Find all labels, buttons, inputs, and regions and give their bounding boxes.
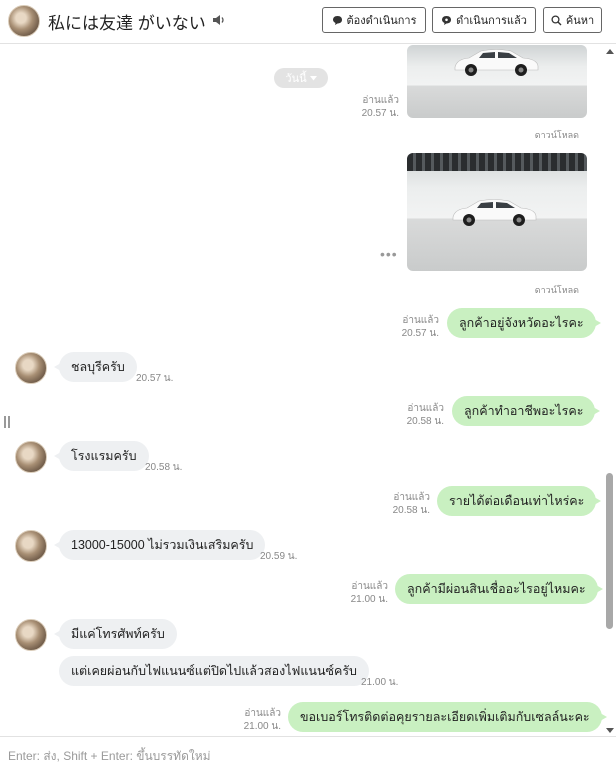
more-dots-icon[interactable]: ••• [380, 246, 398, 262]
car-photo [454, 49, 539, 76]
message-text: ลูกค้าทำอาชีพอะไรคะ [464, 404, 584, 418]
car-photo [452, 199, 537, 226]
message-bubble-out[interactable]: ลูกค้าอยู่จังหวัดอะไรคะ [447, 308, 601, 338]
message-text: แต่เคยผ่อนกับไฟแนนซ์แต่ปิดไปแล้วสองไฟแนน… [71, 664, 357, 678]
read-status: อ่านแล้ว [244, 708, 281, 719]
message-text: 13000-15000 ไม่รวมเงินเสริมครับ [71, 538, 254, 552]
message-bubble-in[interactable]: 13000-15000 ไม่รวมเงินเสริมครับ [53, 530, 266, 560]
download-link[interactable]: ดาวน์โหลด [535, 128, 579, 142]
message-time: 21.00 น. [243, 721, 281, 732]
read-status: อ่านแล้ว [407, 403, 444, 414]
message-text: ชลบุรีครับ [71, 360, 125, 374]
chat-avatar[interactable] [8, 5, 40, 37]
message-time: 20.57 น. [136, 373, 174, 384]
date-divider[interactable]: วันนี้ [274, 68, 328, 88]
contact-avatar[interactable] [15, 441, 47, 473]
message-time: 21.00 น. [361, 677, 399, 688]
chat-bubble-outline-icon [442, 15, 452, 25]
read-receipt: อ่านแล้ว 20.57 น. [362, 94, 399, 120]
contact-avatar[interactable] [15, 352, 47, 384]
message-time: 20.59 น. [260, 551, 298, 562]
message-bubble-in[interactable]: แต่เคยผ่อนกับไฟแนนซ์แต่ปิดไปแล้วสองไฟแนน… [59, 656, 369, 686]
read-receipt: อ่านแล้ว 20.57 น. [402, 314, 439, 340]
message-time: 20.57 น. [401, 328, 439, 339]
download-link[interactable]: ดาวน์โหลด [535, 283, 579, 297]
scroll-up-arrow[interactable] [606, 49, 614, 54]
done-button-label: ดำเนินการแล้ว [456, 15, 527, 27]
chat-bubble-icon [332, 15, 342, 25]
date-divider-label: วันนี้ [285, 73, 307, 85]
message-input[interactable] [0, 737, 600, 771]
message-text: มีแค่โทรศัพท์ครับ [71, 627, 165, 641]
speaker-icon[interactable] [212, 13, 226, 27]
read-status: อ่านแล้ว [393, 492, 430, 503]
caret-down-icon [309, 75, 317, 80]
contact-avatar[interactable] [15, 530, 47, 562]
scroll-down-arrow[interactable] [606, 728, 614, 733]
scrollbar-thumb[interactable] [606, 473, 613, 629]
message-text: ขอเบอร์โทรติดต่อคุยรายละเอียดเพิ่มเติมกั… [300, 710, 590, 724]
message-text: รายได้ต่อเดือนเท่าไหร่คะ [449, 494, 585, 508]
done-button[interactable]: ดำเนินการแล้ว [432, 7, 536, 33]
message-bubble-in[interactable]: โรงแรมครับ [54, 441, 149, 471]
message-text: ลูกค้าอยู่จังหวัดอะไรคะ [459, 316, 584, 330]
read-status: อ่านแล้ว [402, 315, 439, 326]
todo-button-label: ต้องดำเนินการ [346, 15, 417, 27]
panel-resize-handle[interactable] [4, 416, 10, 428]
read-status: อ่านแล้ว [351, 581, 388, 592]
image-message[interactable] [407, 153, 587, 271]
todo-button[interactable]: ต้องดำเนินการ [322, 7, 426, 33]
search-icon [551, 14, 562, 25]
image-message[interactable] [407, 45, 587, 118]
message-time: 20.58 น. [406, 416, 444, 427]
message-time: 20.57 น. [361, 108, 399, 119]
search-button-label: ค้นหา [565, 15, 595, 27]
message-bubble-in[interactable]: ชลบุรีครับ [54, 352, 137, 382]
message-list[interactable]: วันนี้ อ่านแล้ว 20.57 น. ดาวน์โหลด ••• ด… [0, 45, 616, 735]
message-text: โรงแรมครับ [71, 449, 137, 463]
read-status: อ่านแล้ว [362, 95, 399, 106]
message-bubble-in[interactable]: มีแค่โทรศัพท์ครับ [54, 619, 177, 649]
contact-avatar[interactable] [15, 619, 47, 651]
message-bubble-out[interactable]: ลูกค้าทำอาชีพอะไรคะ [452, 396, 601, 426]
read-receipt: อ่านแล้ว 20.58 น. [393, 491, 430, 517]
message-bubble-out[interactable]: ลูกค้ามีผ่อนสินเชื่ออะไรอยู่ไหมคะ [395, 574, 603, 604]
photo-ceiling [407, 153, 587, 171]
composer [0, 736, 616, 771]
read-receipt: อ่านแล้ว 20.58 น. [407, 402, 444, 428]
read-receipt: อ่านแล้ว 21.00 น. [351, 580, 388, 606]
scrollbar[interactable] [605, 45, 614, 735]
search-button[interactable]: ค้นหา [543, 7, 602, 33]
read-receipt: อ่านแล้ว 21.00 น. [244, 707, 281, 733]
message-bubble-out[interactable]: ขอเบอร์โทรติดต่อคุยรายละเอียดเพิ่มเติมกั… [288, 702, 607, 732]
chat-title: 私には友達 がいない [48, 14, 206, 33]
message-bubble-out[interactable]: รายได้ต่อเดือนเท่าไหร่คะ [437, 486, 602, 516]
message-time: 20.58 น. [392, 505, 430, 516]
message-time: 21.00 น. [350, 594, 388, 605]
message-time: 20.58 น. [145, 462, 183, 473]
message-text: ลูกค้ามีผ่อนสินเชื่ออะไรอยู่ไหมคะ [407, 582, 586, 596]
chat-header: 私には友達 がいない ต้องดำเนินการ ดำเนินการแล้ว ค… [0, 0, 616, 44]
